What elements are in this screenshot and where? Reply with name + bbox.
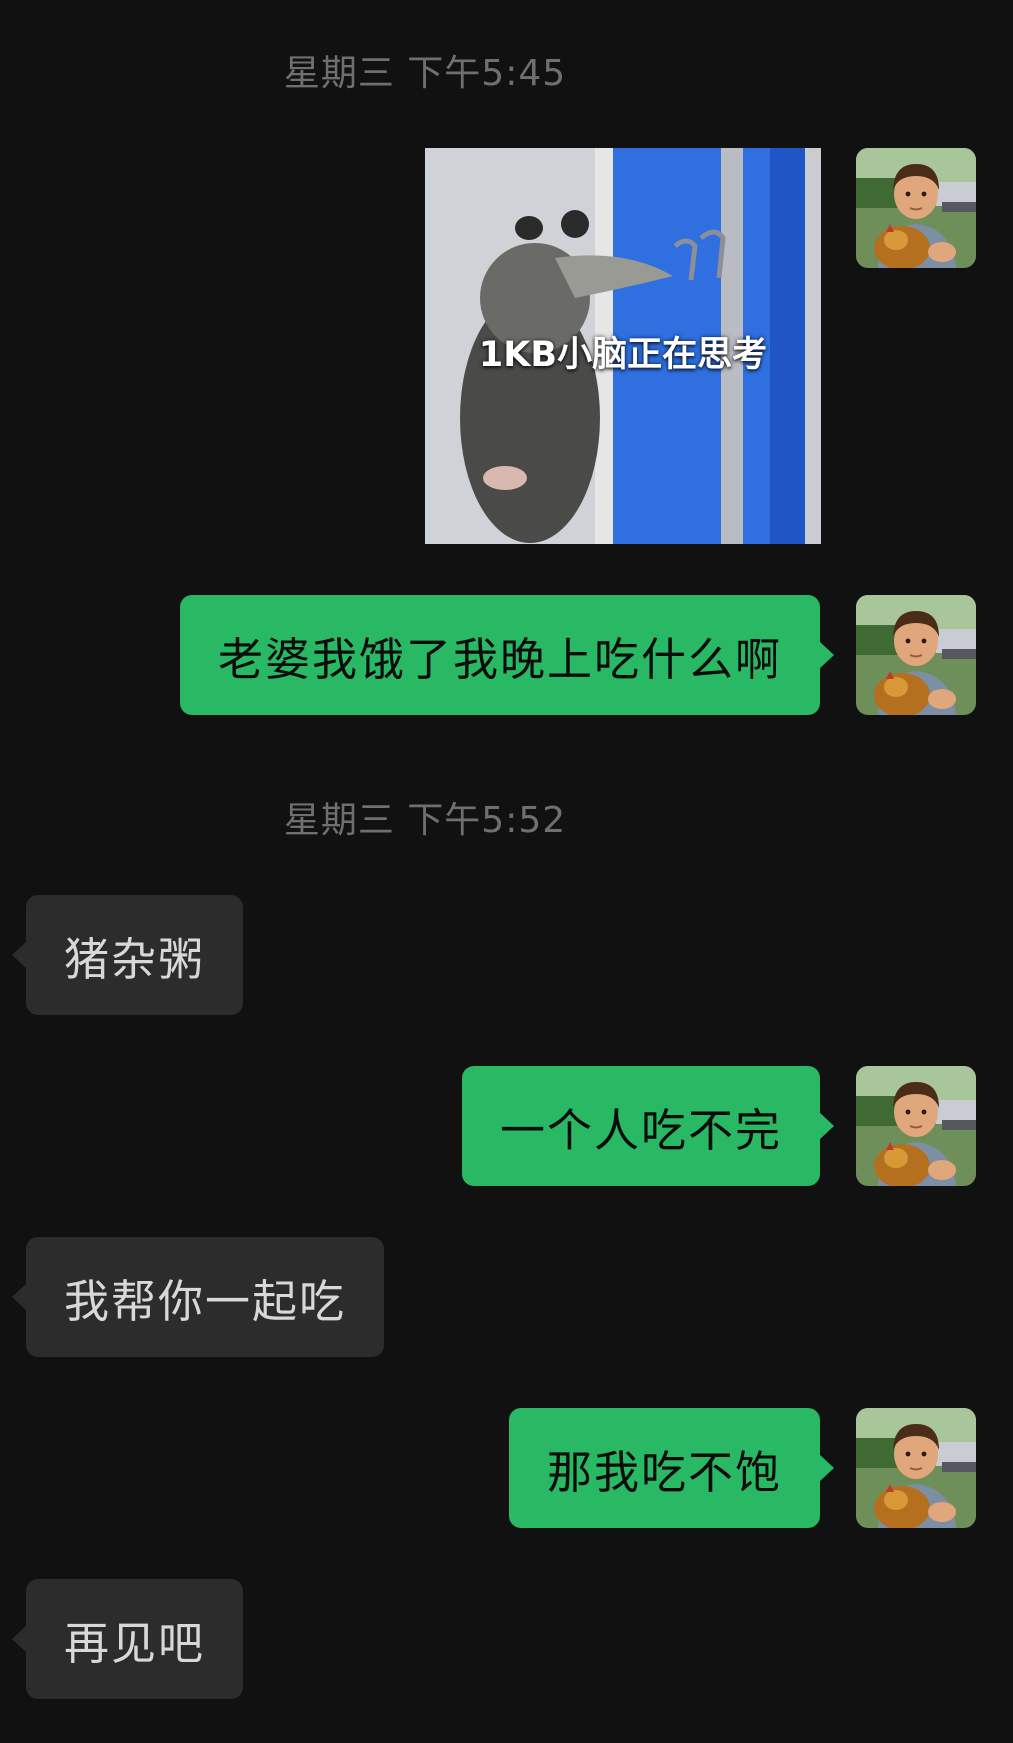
- message-text: 那我吃不饱: [546, 1445, 782, 1499]
- message-bubble-sent[interactable]: 那我吃不饱: [508, 1408, 835, 1528]
- message-text: 猪杂粥: [64, 932, 206, 986]
- my-avatar[interactable]: [856, 1066, 976, 1186]
- message-bubble-received[interactable]: 我帮你一起吃: [11, 1237, 385, 1357]
- message-bubble-sent[interactable]: 一个人吃不完: [461, 1066, 835, 1186]
- message-text: 我帮你一起吃: [64, 1274, 347, 1328]
- my-avatar[interactable]: [856, 595, 976, 715]
- message-text: 老婆我饿了我晚上吃什么啊: [217, 632, 782, 686]
- message-text: 再见吧: [64, 1616, 206, 1670]
- message-text: 一个人吃不完: [499, 1103, 782, 1157]
- avatar-icon: [856, 1408, 976, 1528]
- my-avatar[interactable]: [856, 1408, 976, 1528]
- timestamp: 星期三 下午5:45: [283, 53, 567, 94]
- timestamp: 星期三 下午5:52: [283, 800, 567, 841]
- my-avatar[interactable]: [856, 148, 976, 268]
- message-bubble-received[interactable]: 猪杂粥: [11, 895, 244, 1015]
- sticker-message[interactable]: 1KB小脑正在思考: [425, 148, 821, 544]
- message-bubble-received[interactable]: 再见吧: [11, 1579, 244, 1699]
- avatar-icon: [856, 148, 976, 268]
- sticker-caption: 1KB小脑正在思考: [478, 335, 768, 375]
- avatar-icon: [856, 595, 976, 715]
- message-bubble-sent[interactable]: 老婆我饿了我晚上吃什么啊: [179, 595, 835, 715]
- avatar-icon: [856, 1066, 976, 1186]
